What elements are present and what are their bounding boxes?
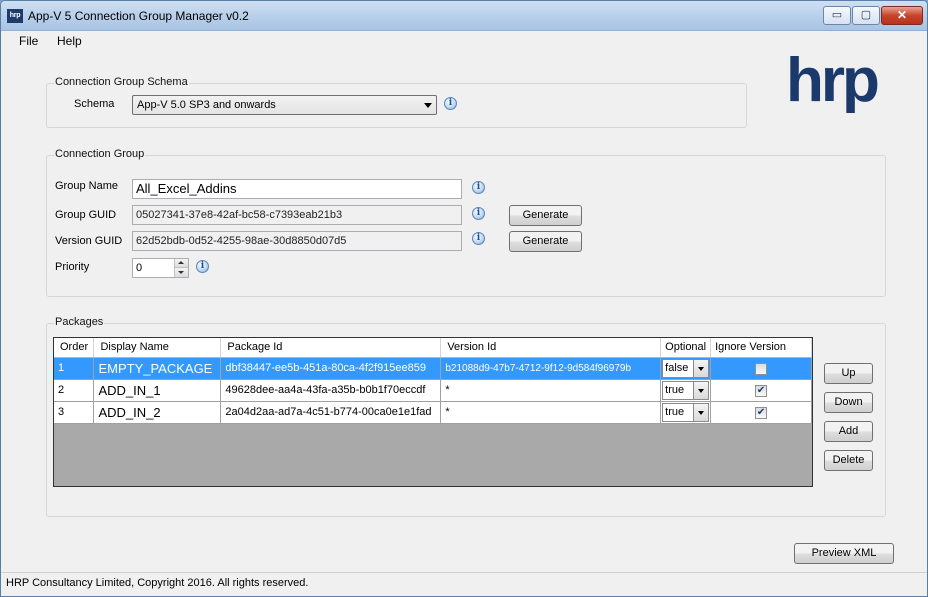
table-row[interactable]: 2 ADD_IN_1 49628dee-aa4a-43fa-a35b-b0b1f… — [54, 379, 812, 402]
column-header-version-id[interactable]: Version Id — [440, 338, 662, 358]
schema-label: Schema — [74, 98, 115, 110]
version-guid-info-icon[interactable]: i — [472, 232, 485, 245]
column-header-order[interactable]: Order — [54, 338, 95, 358]
hrp-logo: hrp — [786, 49, 881, 113]
column-header-package-id[interactable]: Package Id — [220, 338, 442, 358]
group-name-info-icon[interactable]: i — [472, 181, 485, 194]
maximize-button[interactable]: ▢ — [852, 6, 880, 25]
add-button[interactable]: Add — [824, 421, 873, 442]
close-button[interactable]: ✕ — [881, 6, 923, 25]
schema-info-icon[interactable]: i — [444, 97, 457, 110]
priority-value: 0 — [136, 262, 143, 274]
cell-version-id[interactable]: * — [440, 401, 662, 424]
optional-value: true — [665, 383, 685, 396]
cell-display-name[interactable]: ADD_IN_1 — [93, 379, 222, 402]
optional-value: true — [665, 405, 685, 418]
optional-dropdown[interactable]: true — [662, 380, 710, 400]
cell-order[interactable]: 3 — [54, 401, 95, 424]
ignore-version-checkbox[interactable]: ✔ — [755, 406, 768, 419]
schema-group-title: Connection Group Schema — [54, 76, 189, 88]
column-header-display-name[interactable]: Display Name — [93, 338, 222, 358]
cell-package-id[interactable]: 49628dee-aa4a-43fa-a35b-b0b1f70eccdf — [220, 379, 442, 402]
cell-version-id[interactable]: b21088d9-47b7-4712-9f12-9d584f96979b — [440, 357, 662, 380]
dropdown-button[interactable] — [693, 403, 709, 421]
dropdown-button[interactable] — [693, 381, 709, 399]
table-row[interactable]: 1 EMPTY_PACKAGE dbf38447-ee5b-451a-80ca-… — [54, 357, 812, 380]
generate-version-guid-button[interactable]: Generate — [509, 231, 582, 252]
priority-label: Priority — [55, 261, 90, 273]
cell-optional[interactable]: true — [660, 401, 712, 424]
optional-value: false — [665, 361, 689, 374]
cell-order[interactable]: 1 — [54, 357, 95, 380]
cell-ignore-version[interactable] — [710, 357, 812, 380]
table-row[interactable]: 3 ADD_IN_2 2a04d2aa-ad7a-4c51-b774-00ca0… — [54, 401, 812, 424]
cell-package-id[interactable]: 2a04d2aa-ad7a-4c51-b774-00ca0e1e1fad — [220, 401, 442, 424]
delete-button[interactable]: Delete — [824, 450, 873, 471]
ignore-version-checkbox[interactable]: ✔ — [755, 384, 768, 397]
group-guid-info-icon[interactable]: i — [472, 207, 485, 220]
priority-info-icon[interactable]: i — [196, 260, 209, 273]
title-bar[interactable]: hrp App-V 5 Connection Group Manager v0.… — [1, 1, 927, 31]
preview-xml-button[interactable]: Preview XML — [794, 543, 894, 564]
down-button[interactable]: Down — [824, 392, 873, 413]
group-name-input[interactable]: All_Excel_Addins — [132, 179, 462, 199]
cell-display-name[interactable]: ADD_IN_2 — [93, 401, 222, 424]
packages-table: Order Display Name Package Id Version Id… — [54, 338, 812, 424]
menu-file[interactable]: File — [19, 34, 38, 48]
up-button[interactable]: Up — [824, 363, 873, 384]
group-name-label: Group Name — [55, 180, 118, 192]
cell-ignore-version[interactable]: ✔ — [710, 401, 812, 424]
stepper-up-button[interactable] — [174, 259, 188, 268]
menu-help[interactable]: Help — [57, 34, 82, 48]
table-header-row: Order Display Name Package Id Version Id… — [54, 338, 812, 358]
window-title: App-V 5 Connection Group Manager v0.2 — [28, 9, 249, 23]
chevron-down-icon — [698, 410, 705, 415]
ignore-version-checkbox[interactable] — [755, 362, 768, 375]
cell-ignore-version[interactable]: ✔ — [710, 379, 812, 402]
app-logo-icon: hrp — [7, 9, 23, 23]
column-header-optional[interactable]: Optional — [660, 338, 712, 358]
cell-display-name[interactable]: EMPTY_PACKAGE — [93, 357, 222, 380]
connection-group-title: Connection Group — [54, 148, 146, 160]
app-window: hrp App-V 5 Connection Group Manager v0.… — [0, 0, 928, 597]
chevron-down-icon — [424, 103, 432, 108]
menu-bar: File Help — [1, 31, 927, 51]
optional-dropdown[interactable]: false — [662, 358, 710, 378]
priority-stepper[interactable]: 0 — [132, 258, 189, 278]
generate-group-guid-button[interactable]: Generate — [509, 205, 582, 226]
dropdown-button[interactable] — [693, 359, 709, 377]
version-guid-label: Version GUID — [55, 235, 123, 247]
optional-dropdown[interactable]: true — [662, 402, 710, 422]
status-bar: HRP Consultancy Limited, Copyright 2016.… — [1, 572, 927, 596]
schema-dropdown[interactable]: App-V 5.0 SP3 and onwards — [132, 95, 437, 115]
cell-optional[interactable]: false — [660, 357, 712, 380]
arrow-up-icon — [178, 261, 184, 264]
stepper-down-button[interactable] — [174, 268, 188, 277]
version-guid-field: 62d52bdb-0d52-4255-98ae-30d8850d07d5 — [132, 231, 462, 251]
status-text: HRP Consultancy Limited, Copyright 2016.… — [6, 577, 309, 589]
group-guid-label: Group GUID — [55, 209, 117, 221]
logo-text: hrp — [786, 49, 878, 113]
cell-package-id[interactable]: dbf38447-ee5b-451a-80ca-4f2f915ee859 — [220, 357, 442, 380]
cell-order[interactable]: 2 — [54, 379, 95, 402]
cell-version-id[interactable]: * — [440, 379, 662, 402]
cell-optional[interactable]: true — [660, 379, 712, 402]
schema-dropdown-value: App-V 5.0 SP3 and onwards — [137, 99, 276, 111]
arrow-down-icon — [178, 271, 184, 274]
column-header-ignore-version[interactable]: Ignore Version — [710, 338, 812, 358]
minimize-button[interactable]: ▭ — [823, 6, 851, 25]
packages-grid[interactable]: Order Display Name Package Id Version Id… — [53, 337, 813, 487]
chevron-down-icon — [698, 366, 705, 371]
group-guid-field: 05027341-37e8-42af-bc58-c7393eab21b3 — [132, 205, 462, 225]
chevron-down-icon — [698, 388, 705, 393]
packages-group-title: Packages — [54, 316, 105, 328]
